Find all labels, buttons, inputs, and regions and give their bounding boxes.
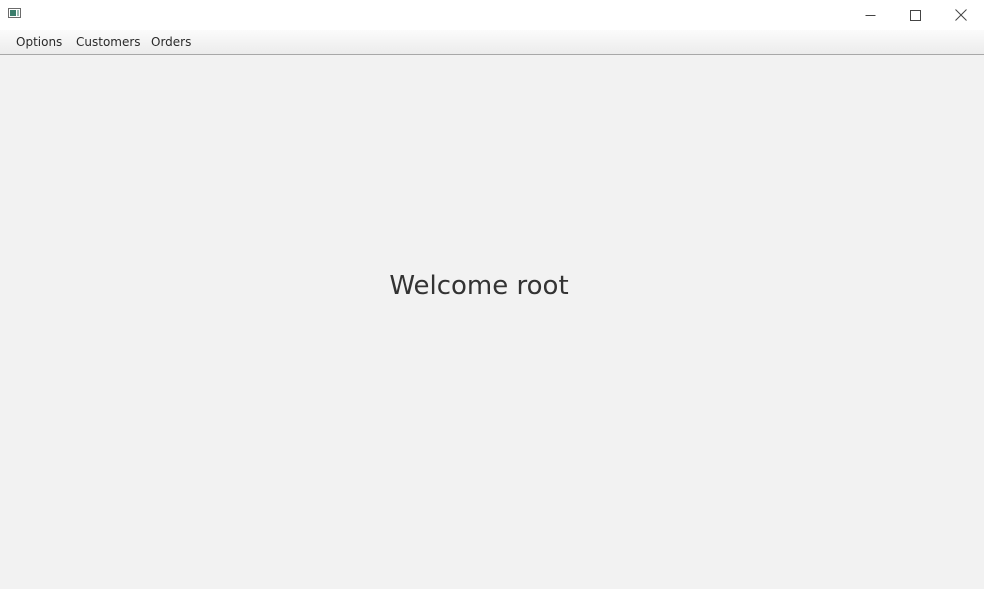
menu-customers[interactable]: Customers bbox=[68, 30, 149, 54]
menu-options[interactable]: Options bbox=[8, 30, 70, 54]
minimize-button[interactable] bbox=[847, 0, 893, 30]
title-bar[interactable] bbox=[0, 0, 984, 30]
close-icon bbox=[955, 9, 967, 21]
maximize-button[interactable] bbox=[892, 0, 938, 30]
maximize-icon bbox=[909, 9, 921, 21]
minimize-icon bbox=[865, 10, 876, 21]
welcome-message: Welcome root bbox=[389, 271, 569, 301]
main-content: Welcome root bbox=[0, 55, 984, 589]
menu-bar: Options Customers Orders bbox=[0, 30, 984, 55]
window-app-icon bbox=[8, 8, 21, 18]
app-window: Options Customers Orders Welcome root bbox=[0, 0, 984, 589]
menu-orders[interactable]: Orders bbox=[143, 30, 199, 54]
close-button[interactable] bbox=[938, 0, 984, 30]
